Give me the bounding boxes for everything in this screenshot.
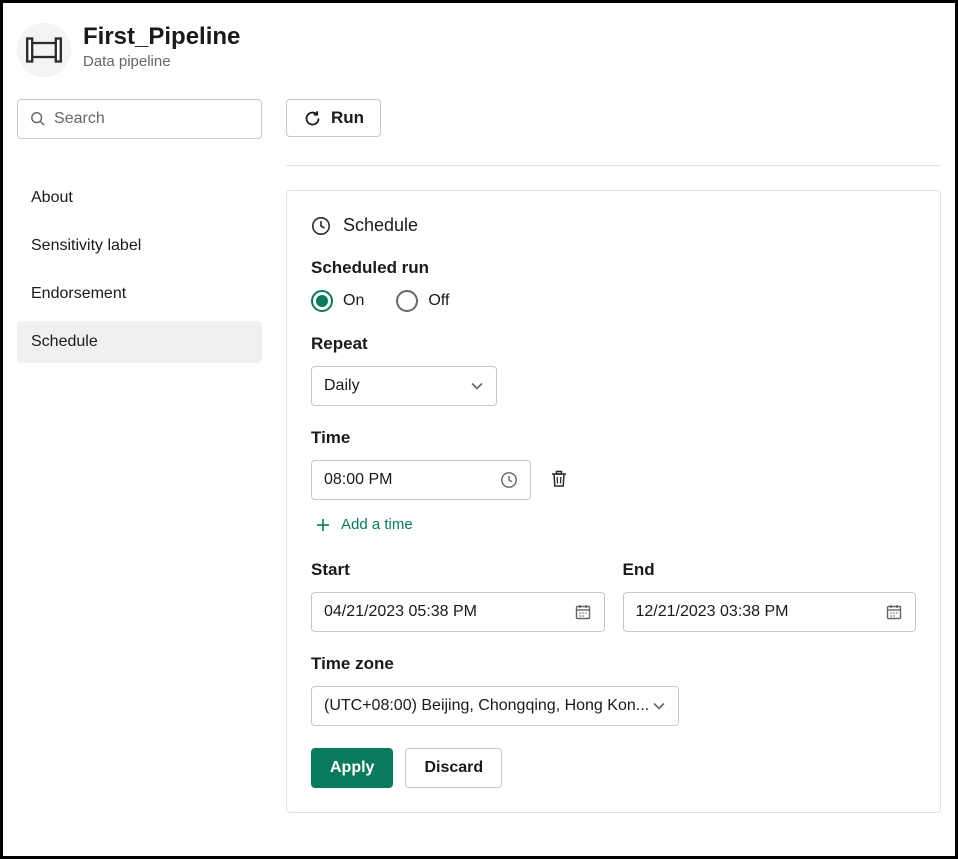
page-subtitle: Data pipeline bbox=[83, 53, 240, 70]
sidebar-item-schedule[interactable]: Schedule bbox=[17, 321, 262, 363]
radio-on-indicator bbox=[311, 290, 333, 312]
start-value: 04/21/2023 05:38 PM bbox=[324, 603, 477, 621]
repeat-select[interactable]: Daily bbox=[311, 366, 497, 406]
sidebar-item-sensitivity-label[interactable]: Sensitivity label bbox=[17, 225, 262, 267]
trash-icon bbox=[549, 469, 569, 489]
main: Run Schedule Scheduled run bbox=[286, 99, 941, 813]
nav-list: About Sensitivity label Endorsement Sche… bbox=[17, 177, 262, 363]
schedule-card: Schedule Scheduled run On Off bbox=[286, 190, 941, 813]
chevron-down-icon bbox=[652, 699, 666, 713]
plus-icon bbox=[315, 517, 331, 533]
sidebar-item-endorsement[interactable]: Endorsement bbox=[17, 273, 262, 315]
time-row: 08:00 PM bbox=[311, 460, 916, 500]
repeat-label: Repeat bbox=[311, 334, 916, 354]
chevron-down-icon bbox=[470, 379, 484, 393]
apply-button[interactable]: Apply bbox=[311, 748, 393, 788]
radio-off[interactable]: Off bbox=[396, 290, 449, 312]
apply-button-label: Apply bbox=[330, 759, 374, 777]
sidebar: About Sensitivity label Endorsement Sche… bbox=[17, 99, 262, 813]
add-time-label: Add a time bbox=[341, 516, 413, 533]
time-section: Time 08:00 PM bbox=[311, 428, 916, 538]
scheduled-run-radio-group: On Off bbox=[311, 290, 916, 312]
refresh-icon bbox=[303, 109, 322, 128]
clock-icon bbox=[311, 216, 331, 236]
delete-time-button[interactable] bbox=[545, 465, 573, 496]
calendar-icon bbox=[885, 603, 903, 621]
clock-icon bbox=[500, 471, 518, 489]
radio-off-label: Off bbox=[428, 292, 449, 310]
timezone-section: Time zone (UTC+08:00) Beijing, Chongqing… bbox=[311, 654, 916, 726]
search-field[interactable] bbox=[54, 110, 249, 128]
run-button[interactable]: Run bbox=[286, 99, 381, 137]
calendar-icon bbox=[574, 603, 592, 621]
title-block: First_Pipeline Data pipeline bbox=[83, 23, 240, 70]
timezone-value: (UTC+08:00) Beijing, Chongqing, Hong Kon… bbox=[324, 697, 649, 715]
timezone-label: Time zone bbox=[311, 654, 916, 674]
radio-off-indicator bbox=[396, 290, 418, 312]
sidebar-item-about[interactable]: About bbox=[17, 177, 262, 219]
search-icon bbox=[30, 110, 46, 128]
run-button-label: Run bbox=[331, 108, 364, 128]
time-input[interactable]: 08:00 PM bbox=[311, 460, 531, 500]
discard-button[interactable]: Discard bbox=[405, 748, 502, 788]
start-input[interactable]: 04/21/2023 05:38 PM bbox=[311, 592, 605, 632]
scheduled-run-section: Scheduled run On Off bbox=[311, 258, 916, 312]
toolbar: Run bbox=[286, 99, 941, 137]
divider bbox=[286, 165, 941, 166]
header: First_Pipeline Data pipeline bbox=[17, 23, 941, 77]
start-label: Start bbox=[311, 560, 605, 580]
timezone-select[interactable]: (UTC+08:00) Beijing, Chongqing, Hong Kon… bbox=[311, 686, 679, 726]
radio-on-label: On bbox=[343, 292, 364, 310]
discard-button-label: Discard bbox=[424, 759, 483, 777]
end-value: 12/21/2023 03:38 PM bbox=[636, 603, 789, 621]
search-input[interactable] bbox=[17, 99, 262, 139]
page-title: First_Pipeline bbox=[83, 23, 240, 51]
date-range-section: Start 04/21/2023 05:38 PM bbox=[311, 560, 916, 632]
pipeline-icon bbox=[17, 23, 71, 77]
add-time-button[interactable]: Add a time bbox=[311, 514, 417, 535]
button-row: Apply Discard bbox=[311, 748, 916, 788]
repeat-value: Daily bbox=[324, 377, 360, 395]
end-input[interactable]: 12/21/2023 03:38 PM bbox=[623, 592, 917, 632]
time-value: 08:00 PM bbox=[324, 471, 392, 489]
radio-on[interactable]: On bbox=[311, 290, 364, 312]
card-title: Schedule bbox=[343, 215, 418, 236]
end-col: End 12/21/2023 03:38 PM bbox=[623, 560, 917, 632]
time-label: Time bbox=[311, 428, 916, 448]
end-label: End bbox=[623, 560, 917, 580]
repeat-section: Repeat Daily bbox=[311, 334, 916, 406]
card-header: Schedule bbox=[311, 215, 916, 236]
scheduled-run-label: Scheduled run bbox=[311, 258, 916, 278]
start-col: Start 04/21/2023 05:38 PM bbox=[311, 560, 605, 632]
